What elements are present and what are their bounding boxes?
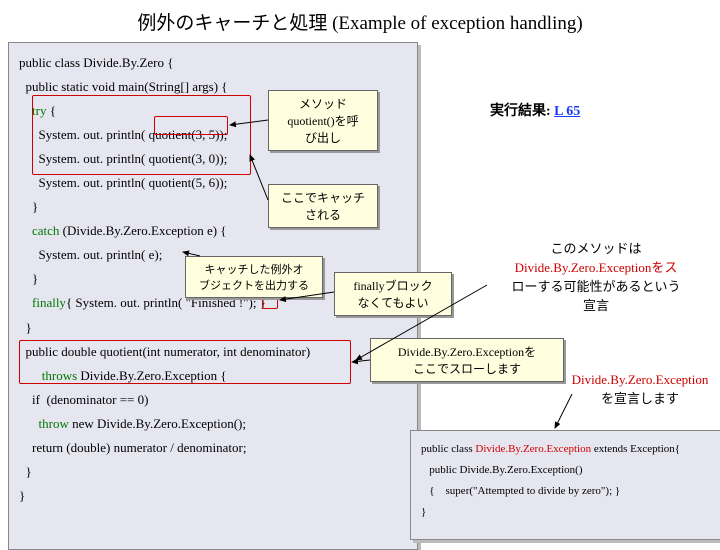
info-text: を宣言します — [601, 391, 679, 406]
code-line: { super("Attempted to divide by zero"); … — [421, 485, 620, 497]
code-line: System. out. println( quotient(3, 0)); — [19, 151, 227, 166]
callout-text: キャッチした例外オ — [205, 264, 304, 276]
code-line: System. out. println( quotient(5, 6)); — [19, 175, 227, 190]
keyword-try: try — [19, 103, 46, 118]
callout-throw-here: Divide.By.Zero.Exceptionを ここでスローします — [370, 338, 564, 382]
callout-finally-optional: finallyブロック なくてもよい — [334, 272, 452, 316]
code-line: } — [19, 488, 25, 503]
result-label: 実行結果: L 65 — [490, 100, 580, 120]
info-text: ローする可能性があるという — [511, 279, 680, 294]
callout-text: Divide.By.Zero.Exceptionを — [398, 345, 536, 359]
code-line: public Divide.By.Zero.Exception() — [421, 464, 583, 476]
result-text: 実行結果: — [490, 104, 554, 119]
code-text: new Divide.By.Zero.Exception(); — [69, 416, 246, 431]
callout-text: ブジェクトを出力する — [199, 280, 309, 292]
info-text: 宣言 — [583, 298, 609, 313]
info-text: Divide.By.Zero.Exception — [572, 372, 709, 387]
code-line: } — [19, 464, 32, 479]
keyword-finally: finally — [19, 295, 66, 310]
callout-text: される — [305, 208, 341, 222]
info-method-declares: このメソッドは Divide.By.Zero.Exceptionをス ローする可… — [484, 238, 708, 314]
code-line: } — [421, 506, 426, 518]
callout-text: び出し — [305, 131, 341, 145]
callout-text: メソッド — [299, 97, 347, 111]
keyword-throw: throw — [19, 416, 69, 431]
code-line: public static void main(String[] args) { — [19, 79, 228, 94]
result-link[interactable]: L 65 — [554, 104, 580, 119]
callout-catch-here: ここでキャッチ される — [268, 184, 378, 228]
exception-class-block: public class Divide.By.Zero.Exception ex… — [410, 430, 720, 540]
code-text: Divide.By.Zero.Exception { — [77, 368, 226, 383]
code-text: (Divide.By.Zero.Exception e) { — [59, 223, 226, 238]
callout-text: ここでキャッチ — [281, 191, 365, 205]
code-line: if (denominator == 0) — [19, 392, 148, 407]
callout-text: quotient()を呼 — [287, 114, 358, 128]
callout-method-call: メソッド quotient()を呼 び出し — [268, 90, 378, 151]
exception-class-name: Divide.By.Zero.Exception — [475, 443, 591, 455]
code-text: extends Exception{ — [591, 443, 680, 455]
callout-print-exception: キャッチした例外オ ブジェクトを出力する — [185, 256, 323, 298]
keyword-catch: catch — [19, 223, 59, 238]
code-line: } — [19, 199, 38, 214]
code-line: public class Divide.By.Zero { — [19, 55, 174, 70]
code-line: System. out. println( e); — [19, 247, 162, 262]
code-line: } — [19, 320, 32, 335]
info-text: このメソッドは — [550, 241, 641, 256]
code-text: public class — [421, 443, 475, 455]
keyword-throws: throws — [19, 368, 77, 383]
code-text: { — [46, 103, 56, 118]
callout-text: finallyブロック — [353, 279, 432, 293]
code-line: public double quotient(int numerator, in… — [19, 344, 310, 359]
callout-text: ここでスローします — [413, 362, 521, 376]
info-declare-exception: Divide.By.Zero.Exception を宣言します — [564, 372, 716, 407]
code-line: System. out. println( quotient(3, 5)); — [19, 127, 227, 142]
page-title: 例外のキャーチと処理 (Example of exception handlin… — [0, 0, 720, 39]
info-text: Divide.By.Zero.Exceptionをス — [515, 260, 678, 275]
callout-text: なくてもよい — [357, 296, 428, 310]
code-line: } — [19, 271, 38, 286]
code-line: return (double) numerator / denominator; — [19, 440, 246, 455]
